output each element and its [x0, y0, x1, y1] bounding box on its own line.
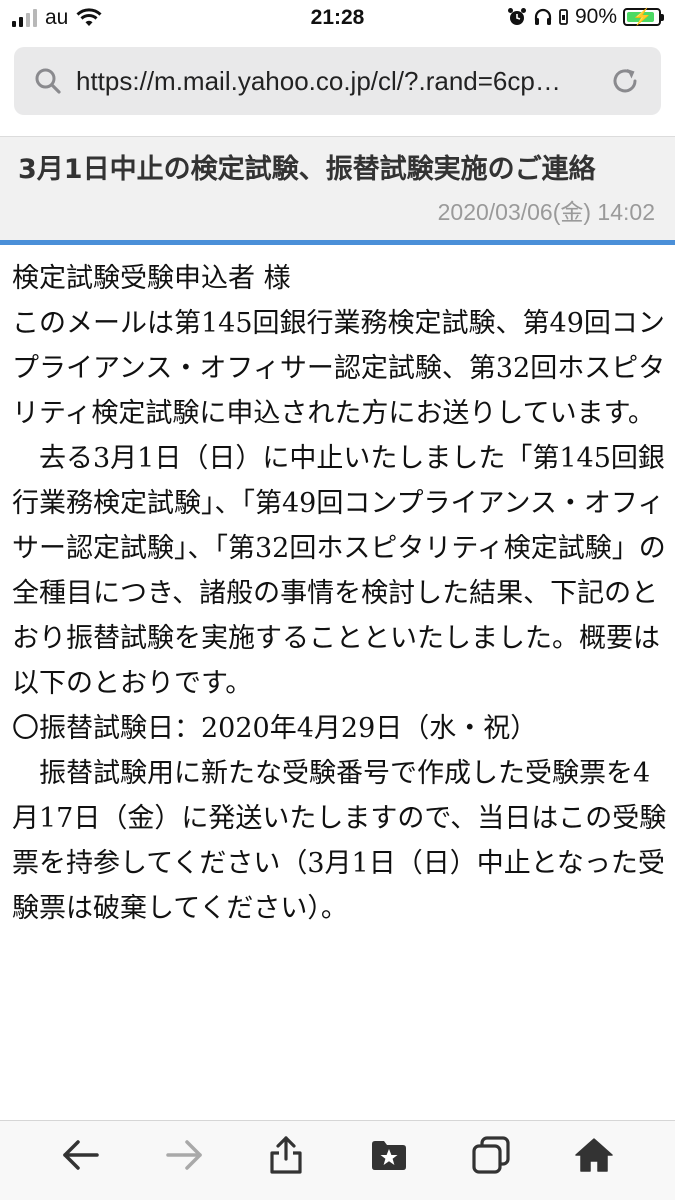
orientation-lock-icon — [559, 9, 568, 25]
bolt-icon: ⚡ — [632, 9, 652, 26]
mail-body: 検定試験受験申込者 様 このメールは第145回銀行業務検定試験、第49回コンプラ… — [12, 256, 667, 1122]
bookmarks-icon — [371, 1140, 406, 1170]
alarm-icon — [507, 8, 526, 25]
mail-subject: 3月1日中止の検定試験、振替試験実施のご連絡 — [18, 154, 596, 185]
back-button[interactable] — [57, 1131, 105, 1179]
reload-icon — [613, 69, 637, 93]
back-arrow-icon — [63, 1139, 99, 1170]
share-button[interactable] — [262, 1131, 310, 1179]
status-bar: au 21:28 90% ⚡ — [0, 0, 675, 38]
body-paragraph: 検定試験受験申込者 様 — [12, 263, 291, 294]
headphones-icon — [534, 8, 552, 25]
home-icon — [575, 1137, 613, 1172]
reload-button[interactable] — [607, 63, 643, 99]
tabs-icon — [472, 1135, 510, 1174]
header-divider — [0, 240, 675, 245]
tabs-button[interactable] — [467, 1131, 515, 1179]
body-paragraph: 振替試験用に新たな受験番号で作成した受験票を4月17日（金）に発送いたしますので… — [12, 758, 667, 924]
url-text[interactable]: https://m.mail.yahoo.co.jp/cl/?.rand=6cp… — [76, 66, 607, 97]
mail-header: 3月1日中止の検定試験、振替試験実施のご連絡 2020/03/06(金) 14:… — [0, 136, 675, 240]
address-bar[interactable]: https://m.mail.yahoo.co.jp/cl/?.rand=6cp… — [14, 47, 661, 115]
forward-arrow-icon — [166, 1139, 202, 1170]
battery-charging-icon: ⚡ — [623, 8, 664, 26]
body-paragraph: このメールは第145回銀行業務検定試験、第49回コンプライアンス・オフィサー認定… — [12, 308, 666, 429]
magnifier-icon — [35, 68, 61, 94]
mail-date: 2020/03/06(金) 14:02 — [437, 199, 655, 225]
bookmarks-button[interactable] — [365, 1131, 413, 1179]
battery-percent: 90% — [574, 5, 617, 28]
share-icon — [270, 1135, 302, 1174]
home-button[interactable] — [570, 1131, 618, 1179]
status-right: 90% ⚡ — [507, 5, 664, 29]
browser-toolbar — [0, 1120, 675, 1200]
body-paragraph: 去る3月1日（日）に中止いたしました「第145回銀行業務検定試験」、「第49回コ… — [12, 443, 666, 699]
body-paragraph: 〇振替試験日：2020年4月29日（水・祝） — [12, 713, 538, 744]
forward-button[interactable] — [160, 1131, 208, 1179]
